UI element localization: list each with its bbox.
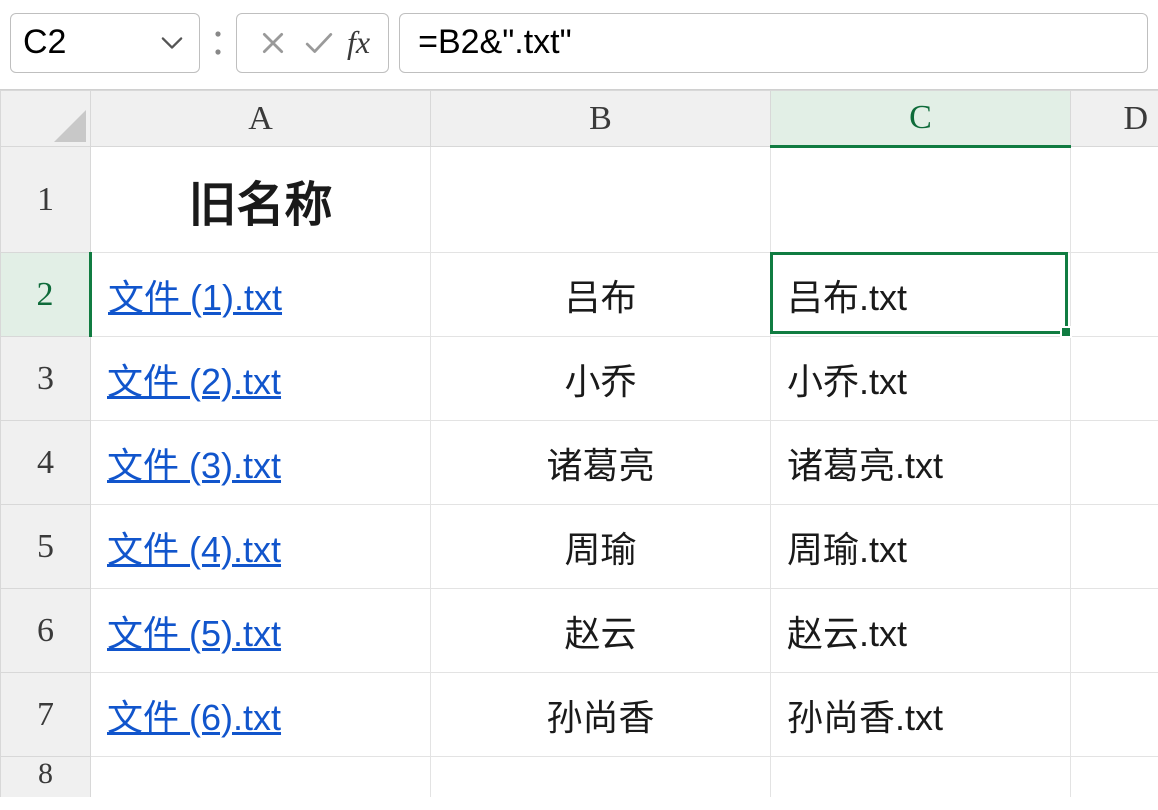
- confirm-formula-icon[interactable]: [297, 21, 341, 65]
- cell-B8[interactable]: [431, 757, 771, 797]
- row-header-6[interactable]: 6: [1, 589, 91, 673]
- cell-B1[interactable]: [431, 147, 771, 253]
- cell-B4[interactable]: 诸葛亮: [431, 421, 771, 505]
- row-header-8[interactable]: 8: [1, 757, 91, 797]
- cell-B3[interactable]: 小乔: [431, 337, 771, 421]
- cell-A5[interactable]: 文件 (4).txt: [91, 505, 431, 589]
- chevron-down-icon[interactable]: [157, 36, 187, 50]
- cell-A4[interactable]: 文件 (3).txt: [91, 421, 431, 505]
- cell-D4[interactable]: [1071, 421, 1158, 505]
- formula-controls: fx: [236, 13, 389, 73]
- cell-C1[interactable]: [771, 147, 1071, 253]
- cell-C4[interactable]: 诸葛亮.txt: [771, 421, 1071, 505]
- cell-D5[interactable]: [1071, 505, 1158, 589]
- cell-C5[interactable]: 周瑜.txt: [771, 505, 1071, 589]
- row-header-5[interactable]: 5: [1, 505, 91, 589]
- column-header-A[interactable]: A: [91, 91, 431, 147]
- formula-bar-separator-icon: [210, 26, 226, 60]
- cell-C6[interactable]: 赵云.txt: [771, 589, 1071, 673]
- cell-D6[interactable]: [1071, 589, 1158, 673]
- cancel-formula-icon[interactable]: [251, 21, 295, 65]
- formula-bar: C2 fx =B2&".txt": [0, 0, 1158, 90]
- hyperlink[interactable]: 文件 (2).txt: [107, 361, 281, 402]
- cell-B5[interactable]: 周瑜: [431, 505, 771, 589]
- cell-D7[interactable]: [1071, 673, 1158, 757]
- row-header-3[interactable]: 3: [1, 337, 91, 421]
- insert-function-button[interactable]: fx: [343, 24, 374, 61]
- cell-C7[interactable]: 孙尚香.txt: [771, 673, 1071, 757]
- hyperlink[interactable]: 文件 (4).txt: [107, 529, 281, 570]
- cell-D1[interactable]: [1071, 147, 1158, 253]
- cell-A7[interactable]: 文件 (6).txt: [91, 673, 431, 757]
- row-header-2[interactable]: 2: [1, 253, 91, 337]
- cell-A3[interactable]: 文件 (2).txt: [91, 337, 431, 421]
- cell-A2[interactable]: 文件 (1).txt: [91, 253, 431, 337]
- cell-A6[interactable]: 文件 (5).txt: [91, 589, 431, 673]
- cell-A1[interactable]: 旧名称: [91, 147, 431, 253]
- cell-D3[interactable]: [1071, 337, 1158, 421]
- cell-B6[interactable]: 赵云: [431, 589, 771, 673]
- cell-C3[interactable]: 小乔.txt: [771, 337, 1071, 421]
- name-box-text: C2: [23, 23, 157, 62]
- select-all-corner[interactable]: [1, 91, 91, 147]
- cell-D2[interactable]: [1071, 253, 1158, 337]
- cell-C2[interactable]: 吕布.txt: [771, 253, 1071, 337]
- column-header-D[interactable]: D: [1071, 91, 1158, 147]
- column-header-C[interactable]: C: [771, 91, 1071, 147]
- cell-D8[interactable]: [1071, 757, 1158, 797]
- row-header-7[interactable]: 7: [1, 673, 91, 757]
- cell-B7[interactable]: 孙尚香: [431, 673, 771, 757]
- formula-input[interactable]: =B2&".txt": [399, 13, 1148, 73]
- row-header-4[interactable]: 4: [1, 421, 91, 505]
- row-header-1[interactable]: 1: [1, 147, 91, 253]
- cell-B2[interactable]: 吕布: [431, 253, 771, 337]
- hyperlink[interactable]: 文件 (6).txt: [107, 697, 281, 738]
- column-header-B[interactable]: B: [431, 91, 771, 147]
- spreadsheet-grid[interactable]: A B C D 1 旧名称 2 文件 (1).txt 吕布 吕布.txt: [0, 90, 1158, 810]
- hyperlink[interactable]: 文件 (3).txt: [107, 445, 281, 486]
- cell-C8[interactable]: [771, 757, 1071, 797]
- hyperlink[interactable]: 文件 (1).txt: [108, 277, 282, 318]
- name-box[interactable]: C2: [10, 13, 200, 73]
- cell-A8[interactable]: [91, 757, 431, 797]
- formula-text: =B2&".txt": [418, 23, 572, 62]
- hyperlink[interactable]: 文件 (5).txt: [107, 613, 281, 654]
